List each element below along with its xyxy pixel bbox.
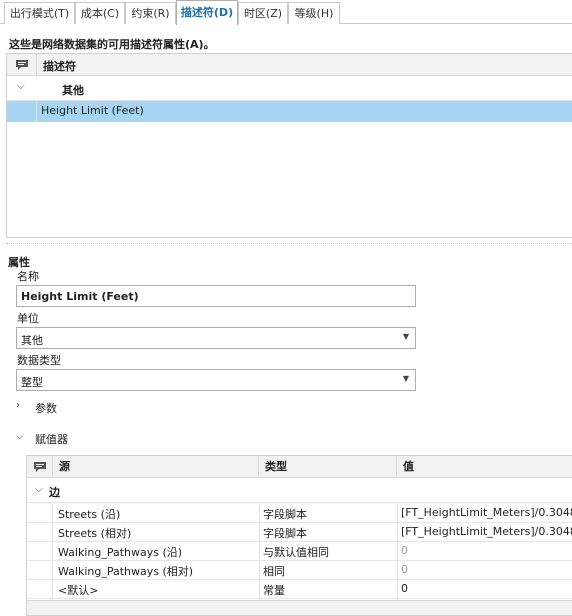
row-selector-cell xyxy=(27,542,53,561)
evaluator-value[interactable]: [FT_HeightLimit_Meters]/0.3048 xyxy=(401,506,572,519)
evaluator-group-edges[interactable]: ⌵ 边 xyxy=(27,478,572,503)
evaluator-source: <默认> xyxy=(58,584,99,597)
column-divider xyxy=(397,504,398,523)
descriptors-hint: 这些是网络数据集的可用描述符属性(A)。 xyxy=(9,38,215,51)
evaluator-row[interactable]: Walking_Pathways (相对) 相同 0 xyxy=(27,561,572,580)
column-divider xyxy=(259,580,260,599)
comment-icon xyxy=(16,60,28,70)
horizontal-scrollbar[interactable] xyxy=(27,600,572,615)
source-column-header[interactable]: 源 xyxy=(53,456,259,478)
column-divider xyxy=(259,523,260,542)
dropdown-arrow-icon[interactable]: ▼ xyxy=(403,332,409,341)
comment-header-cell xyxy=(27,456,53,478)
chevron-right-icon[interactable]: › xyxy=(16,400,20,411)
descriptor-row-selected[interactable]: Height Limit (Feet) xyxy=(7,101,572,122)
comment-icon xyxy=(34,462,46,472)
tab-hierarchy[interactable]: 等级(H) xyxy=(288,2,340,24)
evaluators-grid-header: 源 类型 值 xyxy=(27,456,572,478)
row-selector-cell xyxy=(27,523,53,542)
evaluator-type[interactable]: 与默认值相同 xyxy=(263,544,395,560)
evaluators-grid: 源 类型 值 ⌵ 边 Streets (沿) 字段脚本 [FT_HeightLi… xyxy=(26,455,572,616)
row-selector-cell xyxy=(27,504,53,523)
panel-splitter[interactable] xyxy=(6,243,572,244)
evaluator-row[interactable]: Streets (相对) 字段脚本 [FT_HeightLimit_Meters… xyxy=(27,523,572,542)
evaluator-source: Streets (沿) xyxy=(58,508,121,521)
row-selector-cell xyxy=(27,580,53,599)
chevron-down-icon[interactable]: ⌵ xyxy=(17,81,25,92)
name-label: 名称 xyxy=(17,270,39,283)
evaluator-type[interactable]: 字段脚本 xyxy=(263,525,395,541)
evaluator-value[interactable]: [FT_HeightLimit_Meters]/0.3048 xyxy=(401,525,572,538)
evaluator-type[interactable]: 常量 xyxy=(263,582,395,598)
type-column-header[interactable]: 类型 xyxy=(259,456,397,478)
comment-header-cell xyxy=(7,54,37,76)
tab-restrictions[interactable]: 约束(R) xyxy=(125,2,176,24)
evaluator-source: Walking_Pathways (沿) xyxy=(58,546,183,559)
tab-time-zones[interactable]: 时区(Z) xyxy=(238,2,288,24)
column-divider xyxy=(259,561,260,580)
datatype-dropdown-value: 整型 xyxy=(21,376,43,389)
column-divider xyxy=(259,542,260,561)
descriptor-group-other[interactable]: ⌵ 其他 xyxy=(7,76,572,101)
value-column-header[interactable]: 值 xyxy=(397,456,572,478)
parameters-label: 参数 xyxy=(35,402,57,415)
evaluator-value[interactable]: 0 xyxy=(401,544,572,557)
column-divider xyxy=(259,504,260,523)
evaluator-row[interactable]: <默认> 常量 0 xyxy=(27,580,572,599)
evaluator-type[interactable]: 字段脚本 xyxy=(263,506,395,522)
evaluator-value[interactable]: 0 xyxy=(401,582,572,595)
tab-descriptors[interactable]: 描述符(D) xyxy=(176,0,238,25)
row-selector-cell xyxy=(27,561,53,580)
unit-dropdown[interactable]: 其他 ▼ xyxy=(16,327,416,349)
column-divider xyxy=(397,523,398,542)
evaluator-value[interactable]: 0 xyxy=(401,563,572,576)
column-divider xyxy=(397,542,398,561)
datatype-dropdown[interactable]: 整型 ▼ xyxy=(16,369,416,391)
evaluator-source: Streets (相对) xyxy=(58,527,132,540)
dropdown-arrow-icon[interactable]: ▼ xyxy=(403,374,409,383)
column-divider xyxy=(397,561,398,580)
descriptors-grid: 描述符 ⌵ 其他 Height Limit (Feet) xyxy=(6,53,572,238)
tab-travel-modes[interactable]: 出行模式(T) xyxy=(4,2,75,24)
descriptor-group-label: 其他 xyxy=(62,84,84,97)
descriptors-panel: 这些是网络数据集的可用描述符属性(A)。 描述符 ⌵ 其他 Height Lim… xyxy=(0,24,572,240)
evaluator-group-label: 边 xyxy=(49,486,60,499)
descriptors-grid-header: 描述符 xyxy=(7,54,572,76)
descriptor-row-label: Height Limit (Feet) xyxy=(41,104,144,117)
row-selector-cell[interactable] xyxy=(7,101,37,122)
column-divider xyxy=(397,580,398,599)
chevron-down-icon[interactable]: ⌵ xyxy=(16,431,24,442)
evaluator-row[interactable]: Streets (沿) 字段脚本 [FT_HeightLimit_Meters]… xyxy=(27,504,572,523)
chevron-down-icon[interactable]: ⌵ xyxy=(35,484,43,495)
tab-bar: 出行模式(T) 成本(C) 约束(R) 描述符(D) 时区(Z) 等级(H) xyxy=(0,0,572,25)
tab-costs[interactable]: 成本(C) xyxy=(75,2,125,24)
evaluators-label: 赋值器 xyxy=(35,433,68,446)
datatype-label: 数据类型 xyxy=(17,354,61,367)
descriptor-column-header[interactable]: 描述符 xyxy=(43,58,76,74)
unit-label: 单位 xyxy=(17,312,39,325)
unit-dropdown-value: 其他 xyxy=(21,334,43,347)
name-field-value: Height Limit (Feet) xyxy=(21,290,139,303)
evaluator-type[interactable]: 相同 xyxy=(263,563,395,579)
evaluator-row[interactable]: Walking_Pathways (沿) 与默认值相同 0 xyxy=(27,542,572,561)
evaluator-source: Walking_Pathways (相对) xyxy=(58,565,194,578)
name-field[interactable]: Height Limit (Feet) xyxy=(16,285,416,307)
